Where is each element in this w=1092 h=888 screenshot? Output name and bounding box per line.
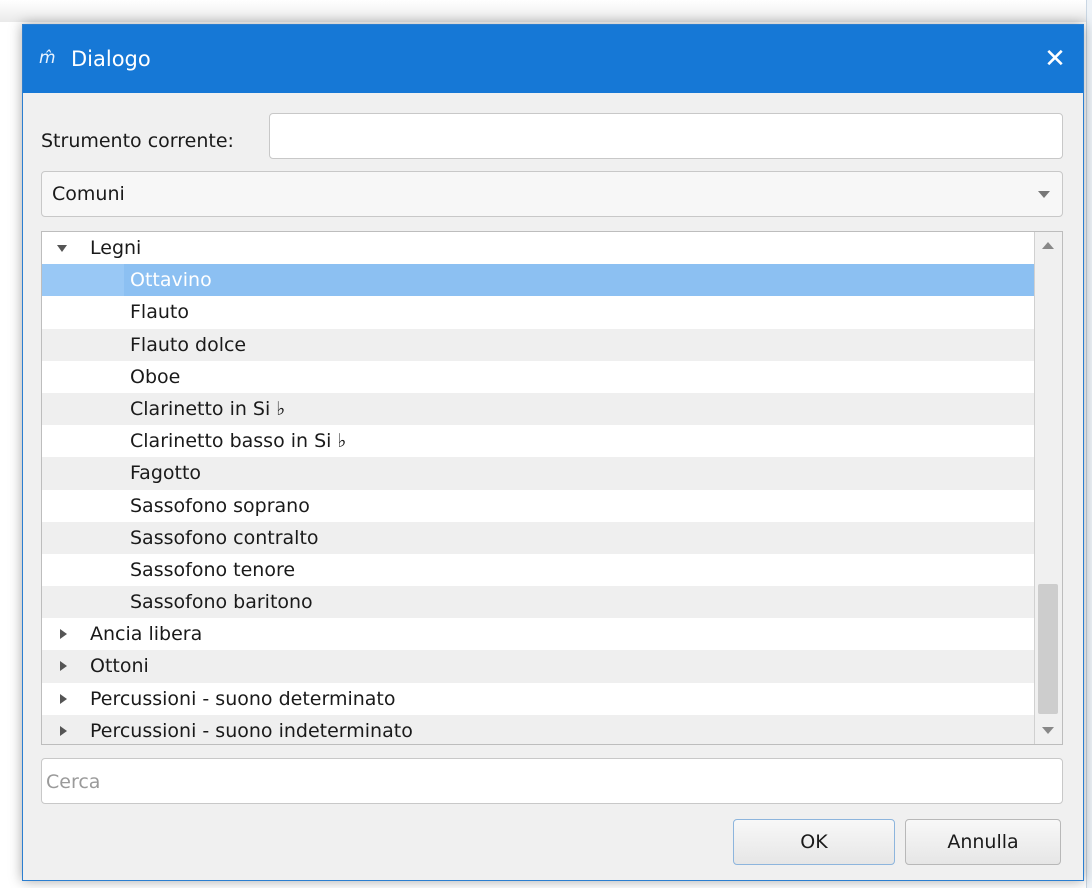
expanded-arrow-icon[interactable]	[57, 245, 67, 252]
current-instrument-label: Strumento corrente:	[41, 130, 234, 152]
tree-category-row[interactable]: Percussioni - suono indeterminato	[42, 714, 1034, 744]
tree-scrollbar[interactable]	[1034, 232, 1062, 744]
tree-row-label: Legni	[90, 237, 142, 259]
tree-row-label: Sassofono baritono	[130, 591, 313, 614]
window-title: Dialogo	[71, 47, 151, 71]
tree-row-label: Clarinetto basso in Si ♭	[130, 430, 347, 453]
tree-category-row[interactable]: Ancia libera	[42, 618, 1034, 650]
tree-instrument-row[interactable]: Clarinetto in Si ♭	[42, 392, 1034, 426]
tree-instrument-row[interactable]: Sassofono tenore	[42, 554, 1034, 586]
search-box[interactable]	[41, 758, 1063, 804]
tree-instrument-row[interactable]: Sassofono baritono	[42, 586, 1034, 619]
title-bar[interactable]: m̂ Dialogo ✕	[23, 25, 1083, 93]
tree-row-label: Fagotto	[130, 462, 202, 485]
background-window-edge	[1086, 0, 1092, 888]
tree-instrument-row[interactable]: Sassofono soprano	[42, 490, 1034, 522]
collapsed-arrow-icon[interactable]	[60, 725, 67, 736]
tree-row-label: Percussioni - suono indeterminato	[90, 719, 413, 742]
app-logo-icon: m̂	[39, 48, 56, 68]
close-icon[interactable]: ✕	[1027, 25, 1083, 93]
tree-category-row[interactable]: Legni	[42, 232, 1034, 264]
tree-row-label: Sassofono soprano	[130, 494, 310, 517]
category-dropdown[interactable]: Comuni	[41, 171, 1063, 217]
tree-instrument-row[interactable]: Clarinetto basso in Si ♭	[42, 425, 1034, 457]
collapsed-arrow-icon[interactable]	[60, 661, 67, 672]
scroll-down-arrow-icon[interactable]	[1042, 727, 1054, 734]
instrument-tree[interactable]: Legni Ottavino Flauto Flauto dolce Oboe Clari…	[41, 231, 1063, 745]
search-input[interactable]	[44, 767, 1048, 797]
tree-instrument-row[interactable]: Flauto dolce	[42, 328, 1034, 361]
category-dropdown-value: Comuni	[52, 183, 125, 205]
tree-instrument-row[interactable]: Flauto	[42, 296, 1034, 328]
cancel-button[interactable]: Annulla	[905, 819, 1061, 865]
tree-row-label: Ancia libera	[90, 623, 203, 646]
tree-row-label: Ottoni	[90, 655, 149, 678]
tree-row-label: Ottavino	[124, 264, 1034, 297]
tree-category-row[interactable]: Percussioni - suono determinato	[42, 683, 1034, 715]
tree-instrument-row[interactable]: Fagotto	[42, 457, 1034, 490]
tree-instrument-row[interactable]: Sassofono contralto	[42, 521, 1034, 554]
tree-instrument-row[interactable]: Ottavino	[42, 264, 1034, 297]
collapsed-arrow-icon[interactable]	[60, 629, 67, 640]
chevron-down-icon	[1038, 191, 1050, 198]
scrollbar-thumb[interactable]	[1038, 584, 1058, 714]
ok-button[interactable]: OK	[733, 819, 895, 865]
tree-instrument-row[interactable]: Oboe	[42, 361, 1034, 393]
tree-row-label: Clarinetto in Si ♭	[130, 397, 286, 420]
tree-row-label: Sassofono tenore	[130, 558, 296, 581]
tree-row-label: Percussioni - suono determinato	[90, 687, 396, 710]
tree-row-label: Oboe	[130, 365, 181, 388]
current-instrument-field[interactable]	[269, 113, 1063, 159]
collapsed-arrow-icon[interactable]	[60, 693, 67, 704]
tree-row-label: Flauto dolce	[130, 333, 247, 356]
background-top	[0, 0, 1092, 22]
instrument-tree-rows: Legni Ottavino Flauto Flauto dolce Oboe Clari…	[42, 232, 1034, 744]
tree-row-label: Sassofono contralto	[130, 526, 319, 549]
tree-row-label: Flauto	[130, 301, 189, 324]
tree-category-row[interactable]: Ottoni	[42, 650, 1034, 683]
scroll-up-arrow-icon[interactable]	[1042, 242, 1054, 249]
dialog-window: m̂ Dialogo ✕ Strumento corrente: Comuni …	[22, 24, 1084, 881]
